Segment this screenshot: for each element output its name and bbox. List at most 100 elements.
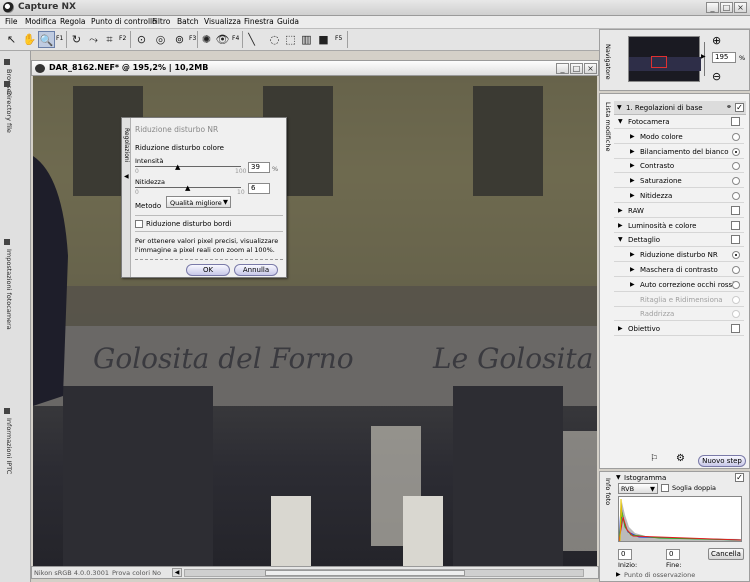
straighten-icon[interactable]: ⤳ [85, 31, 102, 48]
start-input[interactable]: 0 [618, 549, 632, 560]
menu-file[interactable]: File [5, 17, 18, 26]
edit-list-row[interactable]: ▶ Bilanciamento del bianco [614, 145, 744, 159]
edit-list-row[interactable]: ▶ Obiettivo [614, 322, 744, 337]
flag-icon[interactable]: ⚐ [650, 454, 658, 464]
edit-list-row[interactable]: ▶ Luminosità e colore [614, 219, 744, 233]
expand-triangle-icon[interactable]: ▶ [630, 162, 635, 169]
expand-triangle-icon[interactable]: ▶ [630, 281, 635, 288]
sharpness-input[interactable]: 6 [248, 183, 270, 194]
row-radio[interactable] [732, 266, 740, 274]
double-threshold-checkbox[interactable] [661, 484, 669, 492]
edit-list-row[interactable]: ▶ Riduzione disturbo NR [614, 248, 744, 263]
brush-icon[interactable]: ╲ [243, 31, 260, 48]
expand-triangle-icon[interactable]: ▼ [616, 474, 621, 481]
gradient-icon[interactable]: ▥ [298, 31, 315, 48]
navigator-thumbnail[interactable] [628, 36, 701, 82]
row-checkbox[interactable] [731, 324, 740, 334]
color-point-icon[interactable]: ✺ [198, 31, 215, 48]
proof-colors[interactable]: Prova colori No [112, 569, 161, 577]
hand-icon[interactable]: ✋ [21, 31, 38, 48]
tab-informazioni-iptc[interactable]: Informazioni IPTC [3, 407, 13, 474]
arrow-icon[interactable]: ↖ [3, 31, 20, 48]
expand-triangle-icon[interactable]: ▶ [630, 251, 635, 258]
zoom-out-icon[interactable]: ⊖ [712, 70, 721, 83]
new-step-button[interactable]: Nuovo step [698, 455, 746, 467]
cancel-histogram-button[interactable]: Cancella [708, 548, 744, 560]
link-icon[interactable]: ⚭ [726, 103, 732, 111]
edit-list-row[interactable]: ▶Ritaglia e Ridimensiona [614, 293, 744, 307]
edit-step-header[interactable]: ▼ 1. Regolazioni di base ⚭ ✓ [614, 101, 746, 115]
menu-regola[interactable]: Regola [60, 17, 86, 26]
doc-minimize-button[interactable]: _ [556, 63, 569, 74]
rotate-icon[interactable]: ↻ [68, 31, 85, 48]
scroll-left-button[interactable]: ◀ [172, 568, 182, 577]
tab-directory-file[interactable]: Directory file [3, 81, 13, 133]
intensity-input[interactable]: 39 [248, 162, 270, 173]
edit-list-row[interactable]: ▶ RAW [614, 204, 744, 218]
row-radio[interactable] [732, 280, 740, 289]
zoom-icon[interactable]: 🔍 [38, 31, 55, 48]
scrollbar-thumb[interactable] [265, 570, 465, 576]
step-checkbox[interactable]: ✓ [735, 103, 744, 112]
sharpness-slider-handle[interactable]: ▲ [185, 184, 190, 192]
intensity-slider[interactable] [135, 166, 241, 167]
doc-maximize-button[interactable]: □ [570, 63, 583, 74]
white-point-icon[interactable]: ◎ [152, 31, 169, 48]
row-radio[interactable] [732, 132, 740, 141]
row-checkbox[interactable] [731, 220, 740, 230]
row-radio[interactable] [732, 177, 740, 186]
crop-icon[interactable]: ⌗ [101, 31, 118, 48]
row-radio[interactable] [732, 147, 740, 156]
expand-triangle-icon[interactable]: ▶ [616, 571, 621, 578]
edit-list-row[interactable]: ▶ Saturazione [614, 174, 744, 189]
expand-triangle-icon[interactable]: ▶ [630, 148, 635, 155]
method-dropdown[interactable]: Qualità migliore ▼ [166, 196, 231, 208]
doc-close-button[interactable]: × [584, 63, 597, 74]
edit-list-row[interactable]: ▶ Maschera di contrasto [614, 263, 744, 277]
expand-triangle-icon[interactable]: ▶ [630, 192, 635, 199]
red-eye-icon[interactable]: 👁 [214, 31, 231, 48]
gear-icon[interactable]: ⚙ [676, 453, 685, 464]
expand-triangle-icon[interactable]: ▶ [618, 207, 623, 214]
black-point-icon[interactable]: ⊙ [133, 31, 150, 48]
edit-list-row[interactable]: ▶ Contrasto [614, 159, 744, 174]
zoom-slider-handle[interactable]: ▶ [701, 53, 706, 60]
lasso-icon[interactable]: ◌ [266, 31, 283, 48]
horizontal-scrollbar[interactable] [184, 569, 584, 577]
tab-impostazioni-fotocamera[interactable]: Impostazioni fotocamera [3, 239, 13, 330]
histogram-checkbox[interactable]: ✓ [735, 473, 744, 482]
row-radio[interactable] [732, 162, 740, 171]
expand-triangle-icon[interactable]: ▶ [618, 222, 623, 229]
row-radio[interactable] [732, 251, 740, 260]
menu-visualizza[interactable]: Visualizza [204, 17, 241, 26]
menu-finestra[interactable]: Finestra [244, 17, 274, 26]
expand-triangle-icon[interactable]: ▶ [630, 266, 635, 273]
zoom-in-icon[interactable]: ⊕ [712, 34, 721, 47]
marquee-icon[interactable]: ⬚ [282, 31, 299, 48]
histogram-graph[interactable] [618, 496, 742, 542]
menu-filtro[interactable]: Filtro [152, 17, 170, 26]
zoom-input[interactable]: 195 [712, 52, 736, 63]
close-button[interactable]: × [734, 2, 747, 13]
expand-triangle-icon[interactable]: ▼ [617, 104, 622, 111]
edit-list-row[interactable]: ▶ Nitidezza [614, 189, 744, 203]
expand-triangle-icon[interactable]: ▶ [618, 325, 623, 332]
collapse-triangle-icon[interactable]: ▼ [618, 118, 623, 125]
menu-modifica[interactable]: Modifica [25, 17, 56, 26]
ok-button[interactable]: OK [186, 264, 230, 276]
edit-list-row[interactable]: ▶ Modo colore [614, 130, 744, 144]
channel-dropdown[interactable]: RVB ▼ [618, 483, 658, 494]
menu-guida[interactable]: Guida [277, 17, 299, 26]
fill-icon[interactable]: ■ [315, 31, 332, 48]
minimize-button[interactable]: _ [706, 2, 719, 13]
cancel-button[interactable]: Annulla [234, 264, 278, 276]
edit-list-row[interactable]: ▼ Dettaglio [614, 233, 744, 248]
tab-navigator[interactable]: Navigatore [602, 44, 612, 80]
navigator-view-box[interactable] [651, 56, 667, 68]
edge-nr-checkbox[interactable] [135, 220, 143, 228]
tab-photo-info[interactable]: Info foto [602, 478, 612, 505]
menu-batch[interactable]: Batch [177, 17, 199, 26]
photo-canvas[interactable]: Golosita del Forno Le Golosita [33, 76, 597, 567]
row-radio[interactable] [732, 192, 740, 200]
row-checkbox[interactable] [731, 235, 740, 245]
